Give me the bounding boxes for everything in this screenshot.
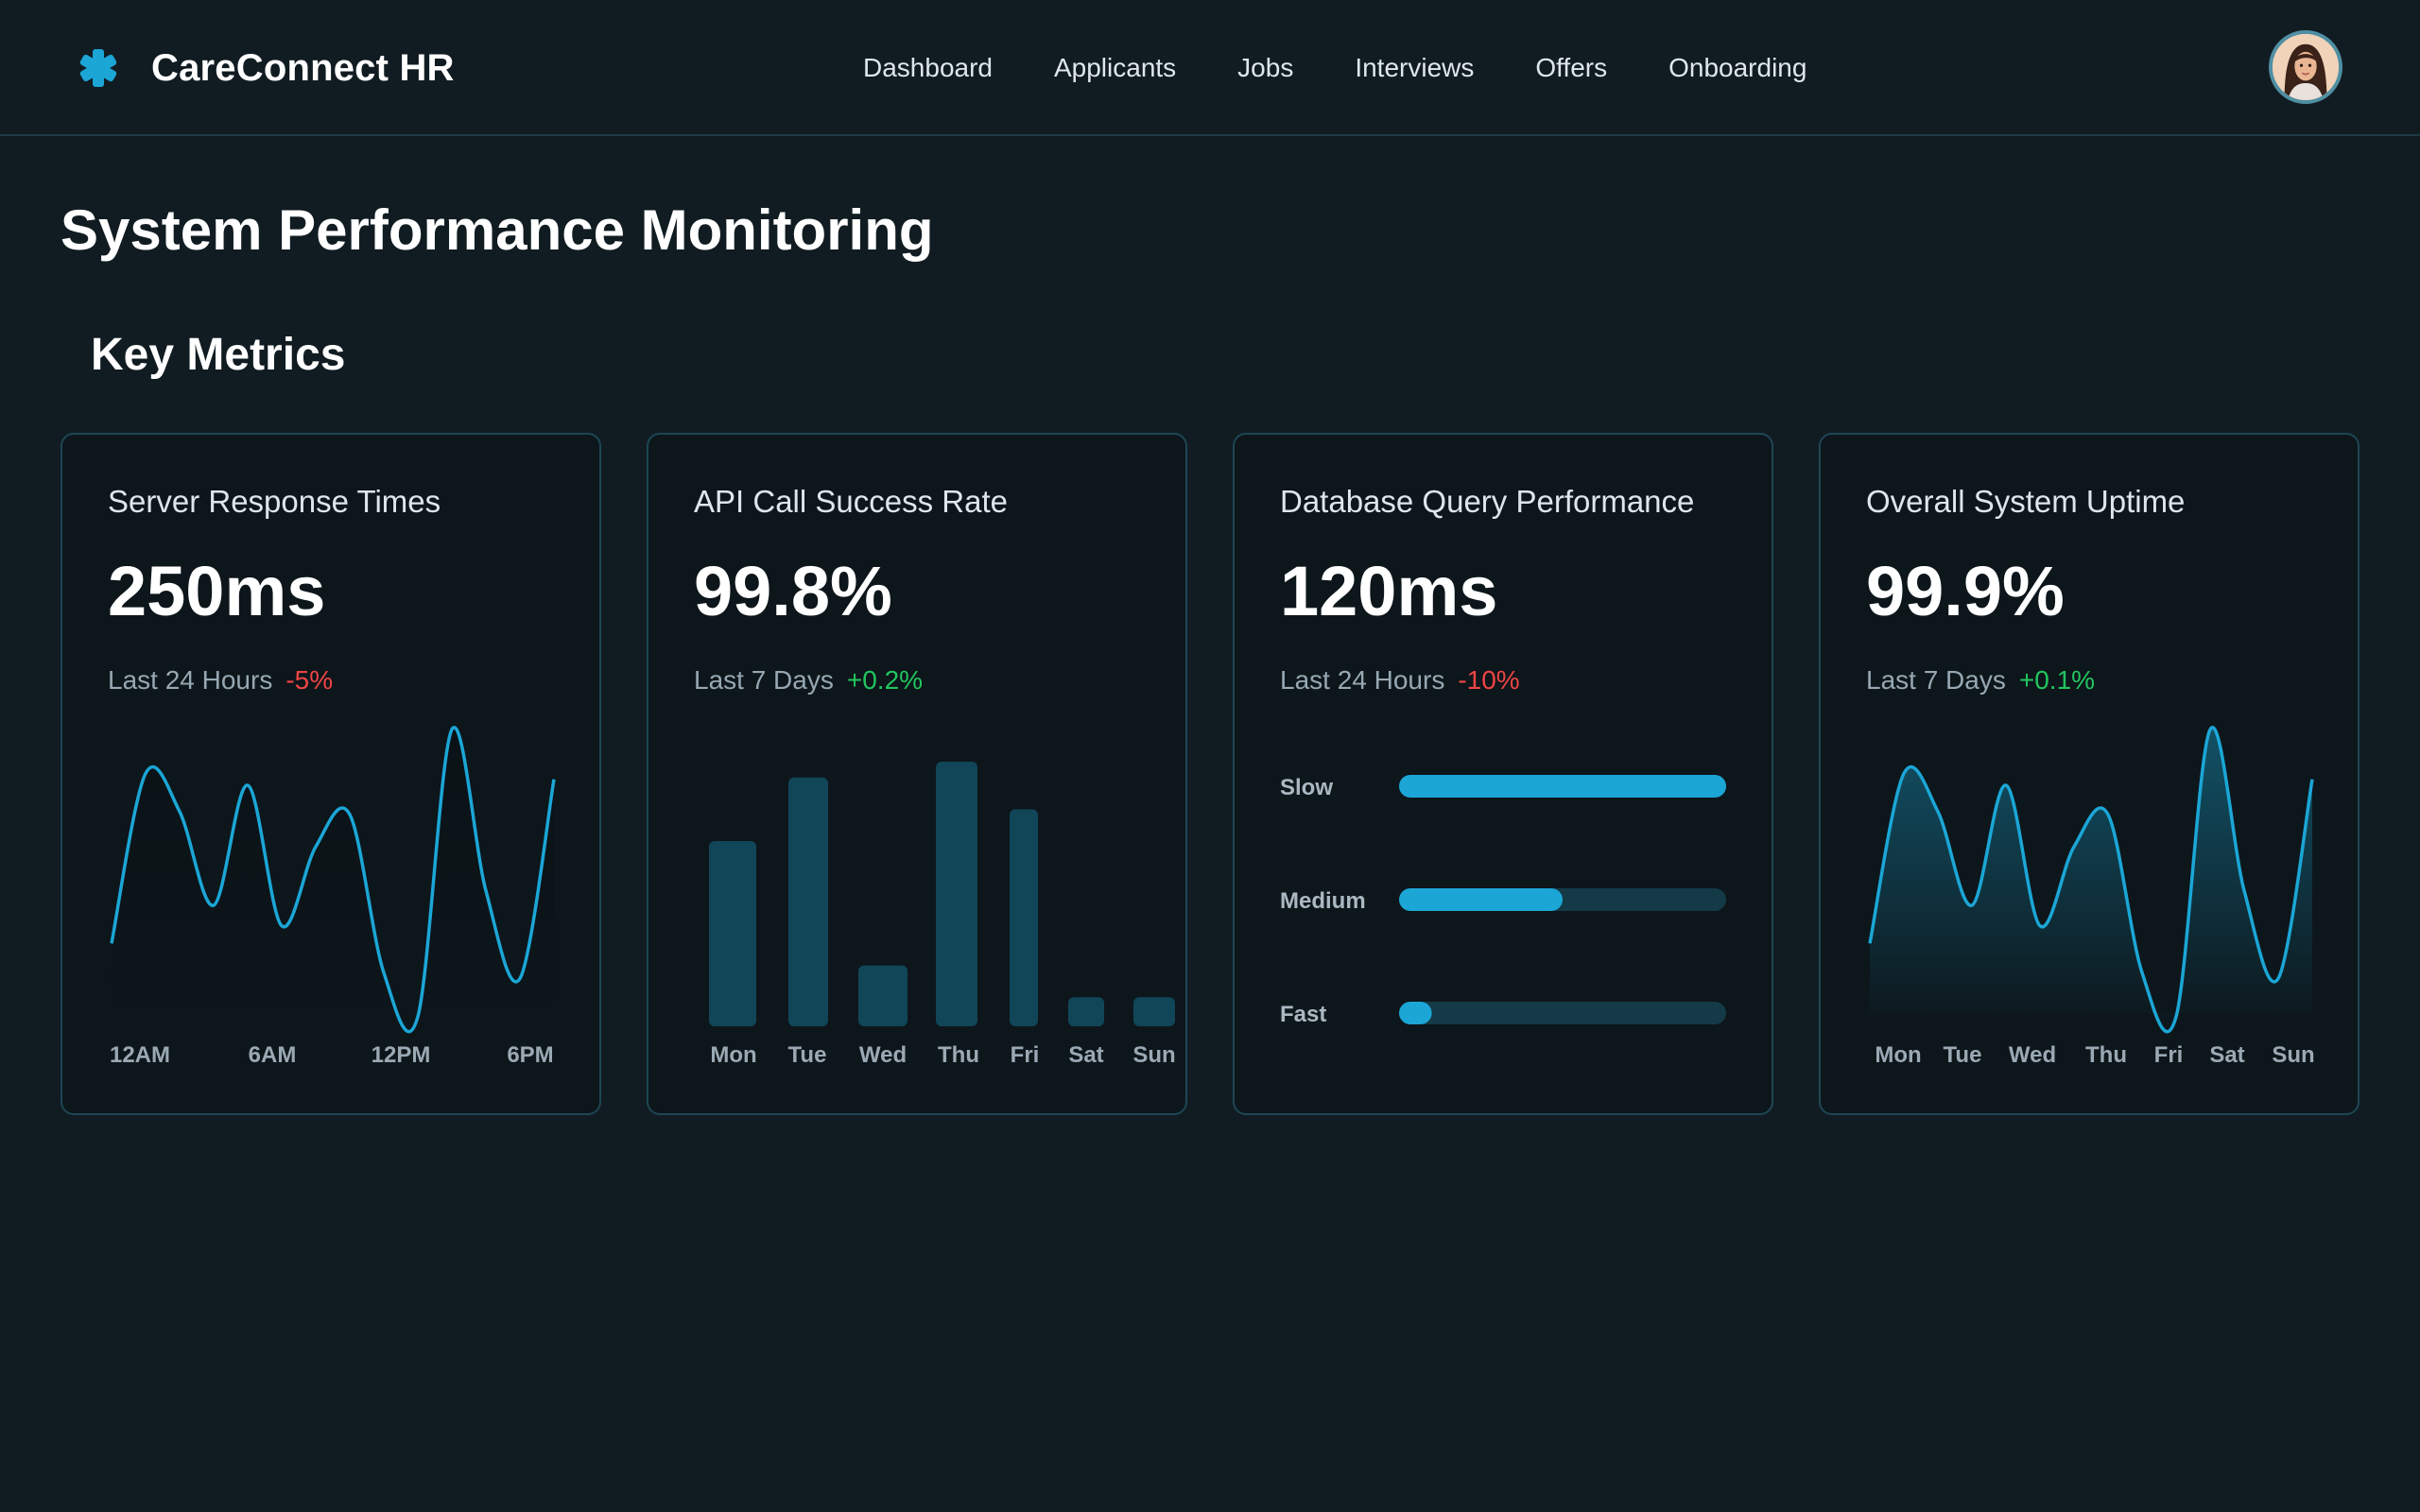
uptime-area-chart: Mon Tue Wed Thu Fri Sat Sun bbox=[1868, 726, 2315, 1068]
bar-label-fast: Fast bbox=[1280, 1002, 1326, 1027]
x-tick-label: Sun bbox=[1132, 1042, 1175, 1068]
x-tick-label: Tue bbox=[788, 1042, 827, 1068]
metric-card-uptime: Overall System Uptime 99.9% Last 7 Days +… bbox=[1819, 433, 2360, 1115]
main-nav: Dashboard Applicants Jobs Interviews Off… bbox=[863, 45, 1806, 91]
nav-interviews[interactable]: Interviews bbox=[1355, 53, 1474, 83]
x-tick-label: Mon bbox=[710, 1042, 756, 1068]
bar-thu bbox=[936, 762, 977, 1026]
nav-dashboard[interactable]: Dashboard bbox=[863, 53, 993, 83]
chart-area-fill bbox=[112, 727, 554, 1032]
metric-card-server-response: Server Response Times 250ms Last 24 Hour… bbox=[60, 433, 601, 1115]
bar-sun bbox=[1133, 997, 1175, 1026]
brand[interactable]: CareConnect HR bbox=[76, 45, 455, 91]
nav-applicants[interactable]: Applicants bbox=[1054, 53, 1176, 83]
progress-fill-medium bbox=[1399, 888, 1563, 911]
x-tick-label: Wed bbox=[2009, 1042, 2056, 1068]
bar-label-medium: Medium bbox=[1280, 888, 1366, 914]
metric-card-api-success: API Call Success Rate 99.8% Last 7 Days +… bbox=[647, 433, 1187, 1115]
bar-sat bbox=[1068, 997, 1104, 1026]
x-tick-label: Sat bbox=[2209, 1042, 2244, 1068]
metric-card-db-query: Database Query Performance 120ms Last 24… bbox=[1233, 433, 1773, 1115]
top-navigation-bar: CareConnect HR Dashboard Applicants Jobs… bbox=[0, 0, 2420, 136]
x-tick-label: Mon bbox=[1875, 1042, 1921, 1068]
user-avatar[interactable] bbox=[2269, 30, 2342, 104]
bar-tue bbox=[788, 777, 828, 1026]
nav-offers[interactable]: Offers bbox=[1535, 53, 1607, 83]
db-query-progress-bars: Slow Medium Fast bbox=[1280, 775, 1726, 1027]
x-tick-label: Tue bbox=[1944, 1042, 1982, 1068]
bar-label-slow: Slow bbox=[1280, 775, 1333, 800]
chart-area-fill bbox=[1870, 727, 2312, 1032]
progress-fill-fast bbox=[1399, 1002, 1432, 1024]
response-time-line-chart: 12AM 6AM 12PM 6PM bbox=[110, 726, 556, 1068]
x-tick-label: Fri bbox=[1011, 1042, 1040, 1068]
x-tick-label: 6PM bbox=[507, 1042, 553, 1068]
page-title: System Performance Monitoring bbox=[60, 198, 934, 262]
app-name: CareConnect HR bbox=[151, 46, 455, 89]
nav-onboarding[interactable]: Onboarding bbox=[1668, 53, 1806, 83]
avatar-portrait-icon bbox=[2273, 34, 2339, 100]
medical-asterisk-icon bbox=[79, 49, 117, 87]
bar-wed bbox=[858, 965, 908, 1026]
x-tick-label: Thu bbox=[938, 1042, 979, 1068]
x-tick-label: Fri bbox=[2154, 1042, 2184, 1068]
x-tick-label: 12AM bbox=[110, 1042, 170, 1068]
bar-fri bbox=[1010, 809, 1038, 1026]
bar-mon bbox=[709, 841, 756, 1026]
x-tick-label: 12PM bbox=[372, 1042, 431, 1068]
progress-track bbox=[1399, 1002, 1726, 1024]
x-tick-label: Wed bbox=[859, 1042, 907, 1068]
x-tick-label: 6AM bbox=[249, 1042, 297, 1068]
api-success-bar-chart: Mon Tue Wed Thu Fri Sat Sun bbox=[709, 762, 1176, 1068]
x-tick-label: Sat bbox=[1068, 1042, 1103, 1068]
nav-jobs[interactable]: Jobs bbox=[1237, 53, 1293, 83]
progress-fill-slow bbox=[1399, 775, 1726, 798]
x-tick-label: Sun bbox=[2272, 1042, 2314, 1068]
section-title: Key Metrics bbox=[91, 330, 346, 380]
x-tick-label: Thu bbox=[2085, 1042, 2127, 1068]
